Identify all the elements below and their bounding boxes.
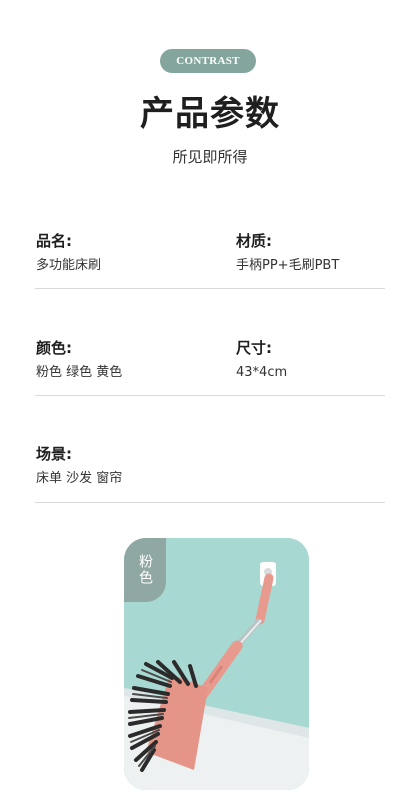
spec-material-label: 材质: [236, 232, 272, 250]
spec-size-value: 43*4cm [236, 365, 288, 380]
spec-size-label: 尺寸: [236, 339, 272, 357]
spec-color-value: 粉色 绿色 黄色 [36, 365, 123, 380]
spec-name-value: 多功能床刷 [36, 258, 102, 273]
spec-size: 尺寸: 43*4cm [236, 338, 287, 382]
page-title: 产品参数 [140, 94, 280, 134]
spec-scene: 场景: 床单 沙发 窗帘 [36, 444, 122, 488]
product-photo: 粉色 [124, 538, 309, 790]
spec-name-label: 品名: [36, 232, 72, 250]
divider [35, 288, 385, 289]
page-subtitle: 所见即所得 [172, 148, 248, 166]
contrast-badge: CONTRAST [160, 49, 256, 73]
spec-color-label: 颜色: [36, 339, 72, 357]
color-tag: 粉色 [124, 538, 166, 602]
spec-color: 颜色: 粉色 绿色 黄色 [36, 338, 122, 382]
spec-material: 材质: 手柄PP+毛刷PBT [236, 231, 339, 275]
spec-scene-label: 场景: [36, 445, 72, 463]
color-tag-label: 粉色 [137, 554, 153, 586]
spec-scene-value: 床单 沙发 窗帘 [36, 471, 123, 486]
divider [35, 395, 385, 396]
divider [35, 502, 385, 503]
spec-name: 品名: 多功能床刷 [36, 231, 101, 275]
spec-material-value: 手柄PP+毛刷PBT [236, 258, 340, 273]
